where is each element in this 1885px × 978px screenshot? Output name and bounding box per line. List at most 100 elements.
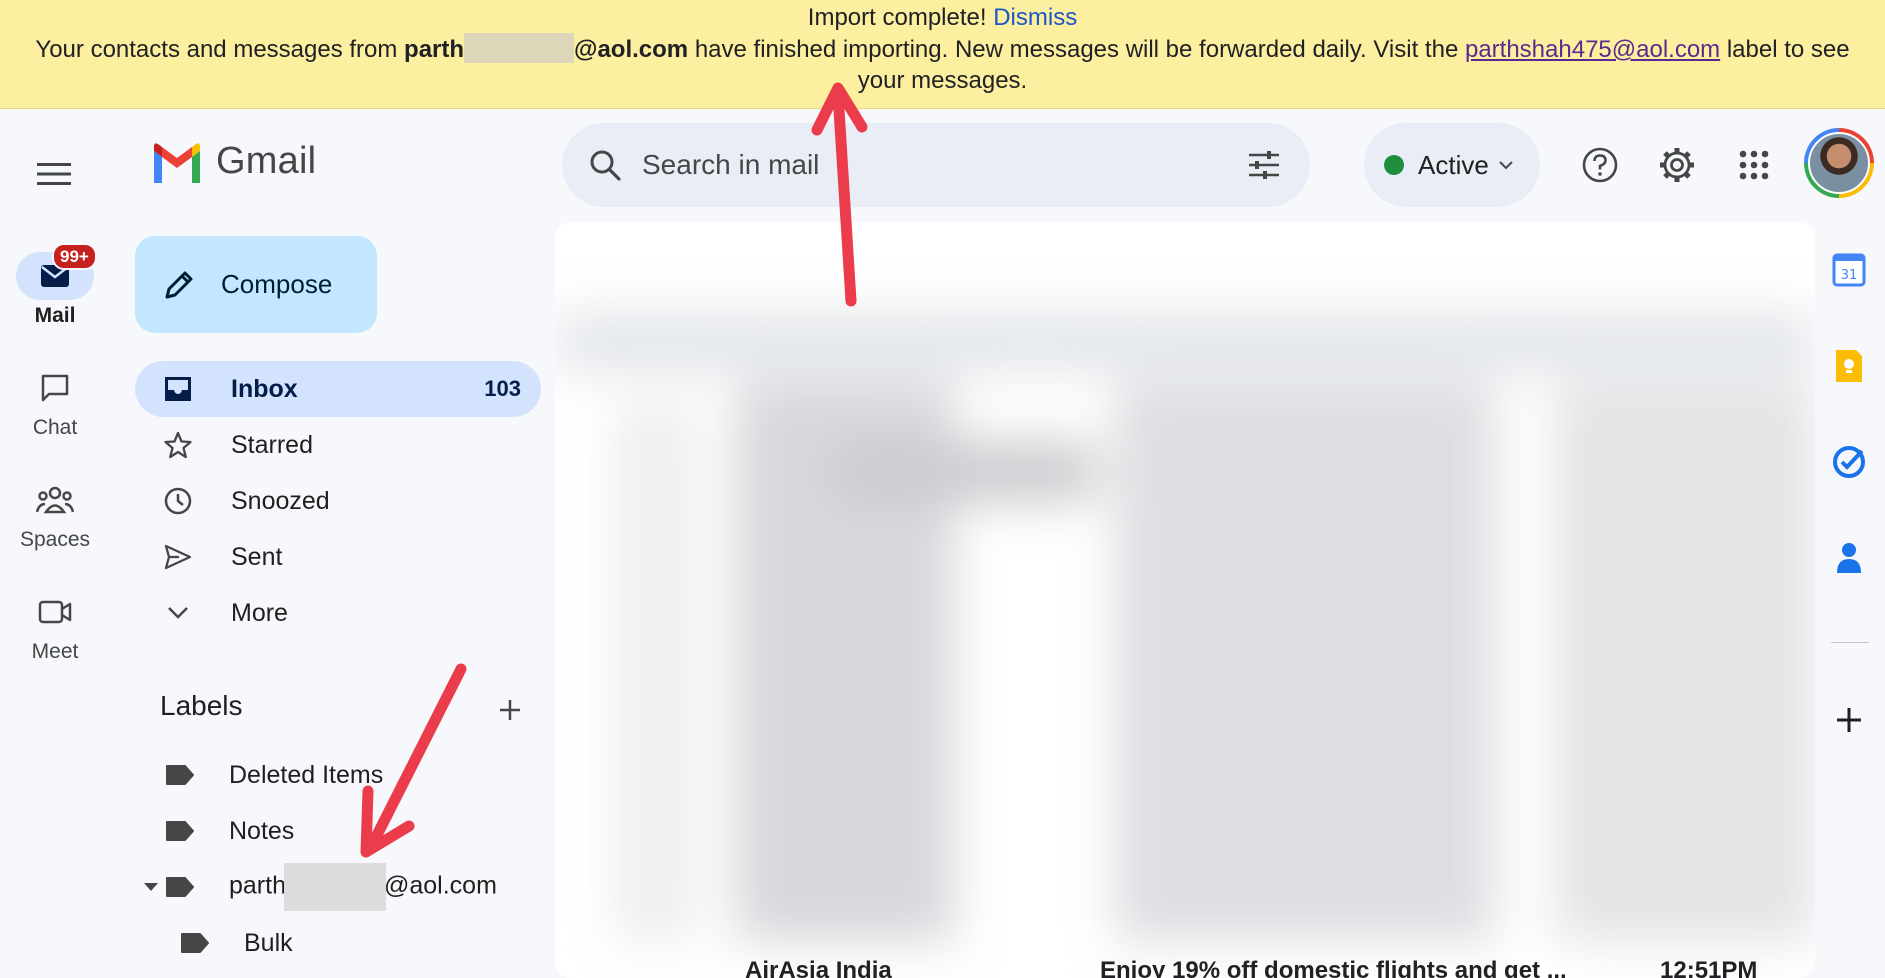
calendar-icon: 31 (1832, 253, 1866, 287)
compose-label: Compose (221, 269, 333, 299)
get-addons-button[interactable] (1829, 700, 1869, 740)
banner-title-row: Import complete! Dismiss (0, 2, 1885, 33)
nav-label-starred: Starred (231, 430, 313, 459)
app-name: Gmail (216, 140, 317, 182)
labels-heading: Labels (160, 690, 243, 721)
label-tag-icon (181, 933, 209, 953)
nav-label-more: More (231, 598, 288, 627)
label-item-bulk[interactable]: Bulk (135, 917, 293, 969)
hamburger-menu-icon (37, 163, 71, 185)
banner-account-start: parth (404, 36, 465, 63)
label-account-end: @aol.com (383, 871, 497, 900)
label-name: Deleted Items (229, 760, 384, 789)
rail-item-chat[interactable]: Chat (0, 364, 110, 440)
banner-prefix: Your contacts and messages from (35, 36, 398, 63)
import-banner: Import complete! Dismiss Your contacts a… (0, 0, 1885, 109)
mail-sender: AirAsia India (745, 957, 892, 978)
status-label: Active (1418, 149, 1489, 180)
search-bar[interactable]: Search in mail (562, 123, 1310, 207)
label-tag-icon (166, 821, 194, 841)
clock-icon (164, 487, 192, 515)
rail-label-meet: Meet (31, 640, 79, 663)
plus-icon (500, 700, 520, 720)
rail-label-spaces: Spaces (19, 528, 91, 551)
side-panel-divider (1831, 642, 1869, 643)
label-item-aol-account[interactable]: parth @aol.com (135, 861, 497, 913)
rail-label-chat: Chat (32, 416, 78, 439)
chat-icon (41, 374, 69, 402)
label-item-notes[interactable]: Notes (135, 805, 294, 857)
inbox-icon (165, 377, 191, 401)
dismiss-link[interactable]: Dismiss (993, 4, 1077, 31)
banner-account-end: @aol.com (574, 36, 689, 63)
label-tag-icon (166, 877, 194, 897)
app-rail: 99+ Mail Chat Spaces Meet (0, 110, 113, 978)
rail-label-mail: Mail (34, 304, 76, 327)
nav-item-starred[interactable]: Starred (135, 417, 541, 473)
search-input[interactable]: Search in mail (642, 149, 1236, 181)
status-dot (1384, 155, 1404, 175)
plus-icon (1837, 708, 1861, 732)
gmail-m-icon (154, 142, 200, 183)
redaction-block (464, 33, 575, 63)
help-icon (1582, 147, 1618, 183)
nav-label-inbox: Inbox (231, 374, 298, 403)
search-options-button[interactable] (1236, 137, 1292, 193)
chevron-down-icon (1499, 160, 1513, 169)
search-icon (590, 150, 621, 181)
nav-item-snoozed[interactable]: Snoozed (135, 473, 541, 529)
nav-item-sent[interactable]: Sent (135, 529, 541, 585)
caret-down-icon (144, 883, 158, 891)
rail-item-meet[interactable]: Meet (0, 588, 110, 664)
nav-item-inbox[interactable]: Inbox 103 (135, 361, 541, 417)
tune-icon (1249, 151, 1279, 179)
mail-list-area (555, 222, 1815, 978)
contacts-button[interactable] (1829, 538, 1869, 578)
account-avatar[interactable] (1804, 128, 1874, 198)
label-name: Bulk (244, 928, 293, 957)
chevron-down-icon (168, 607, 188, 619)
keep-button[interactable] (1829, 346, 1869, 386)
main-menu-button[interactable] (30, 150, 78, 198)
unread-badge: 99+ (52, 243, 97, 270)
svg-text:31: 31 (1841, 268, 1858, 283)
send-icon (164, 544, 192, 570)
rail-item-spaces[interactable]: Spaces (0, 476, 110, 552)
banner-message-row: Your contacts and messages from parth @ao… (0, 33, 1885, 65)
rail-item-mail[interactable]: 99+ Mail (0, 243, 110, 328)
banner-suffix: label to see (1726, 36, 1850, 63)
apps-grid-icon (1739, 150, 1769, 180)
redaction-block (283, 863, 386, 911)
settings-button[interactable] (1653, 141, 1701, 189)
inbox-count: 103 (484, 376, 521, 401)
help-button[interactable] (1576, 141, 1624, 189)
contacts-icon (1837, 543, 1861, 573)
blurred-mail-list (555, 222, 1815, 978)
mail-time: 12:51PM (1660, 957, 1758, 978)
nav-label-sent: Sent (231, 542, 283, 571)
side-panel: 31 (1815, 222, 1885, 978)
label-item-deleted-items[interactable]: Deleted Items (135, 749, 383, 801)
banner-middle: have finished importing. New messages wi… (694, 36, 1459, 63)
label-tag-icon (166, 765, 194, 785)
pencil-icon (165, 271, 193, 298)
label-link[interactable]: parthshah475@aol.com (1465, 36, 1720, 63)
spaces-icon (36, 486, 74, 514)
gmail-logo[interactable]: Gmail (150, 140, 316, 183)
nav-item-more[interactable]: More (135, 585, 541, 641)
google-apps-button[interactable] (1730, 141, 1778, 189)
video-icon (38, 600, 72, 624)
tasks-icon (1833, 446, 1865, 478)
calendar-button[interactable]: 31 (1829, 250, 1869, 290)
mail-row-peek[interactable]: AirAsia India Enjoy 19% off domestic fli… (555, 955, 1800, 978)
label-name: parth @aol.com (229, 863, 497, 911)
label-account-start: parth (229, 871, 286, 900)
nav-label-snoozed: Snoozed (231, 486, 330, 515)
tasks-button[interactable] (1829, 442, 1869, 482)
label-name: Notes (229, 816, 295, 845)
gear-icon (1660, 148, 1694, 182)
status-selector[interactable]: Active (1364, 123, 1540, 207)
compose-button[interactable]: Compose (135, 236, 377, 333)
mail-subject: Enjoy 19% off domestic flights and get .… (1100, 957, 1567, 978)
create-label-button[interactable] (490, 690, 530, 730)
